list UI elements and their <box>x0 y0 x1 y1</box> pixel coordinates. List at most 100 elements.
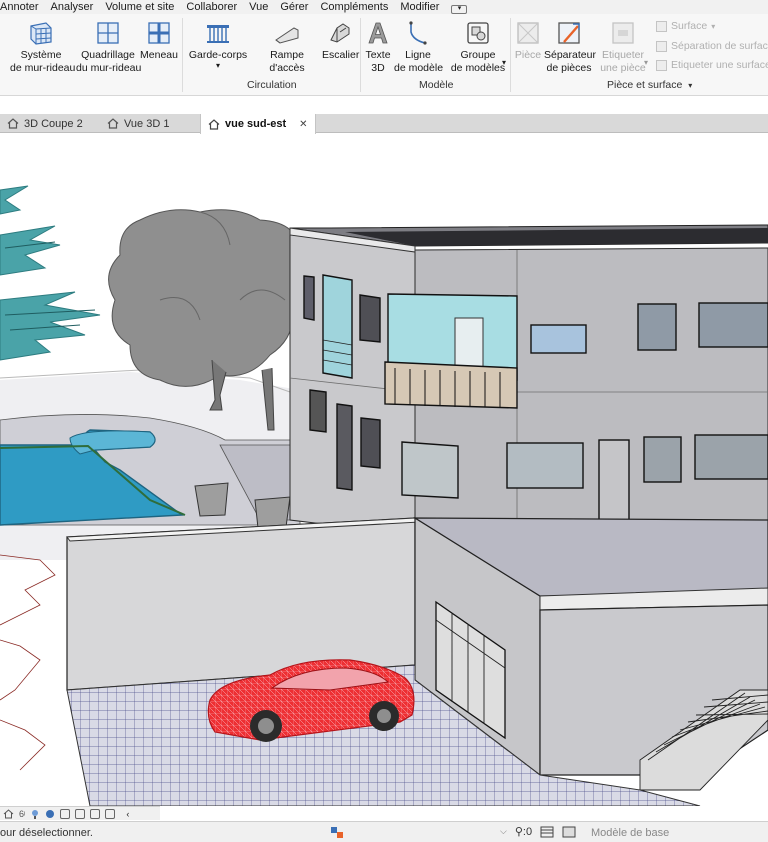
3d-model-drawing <box>0 134 768 806</box>
tab-label: Vue 3D 1 <box>124 117 170 130</box>
panel-separator <box>360 18 361 92</box>
railing-button[interactable]: Garde-corps ▾ <box>188 20 248 70</box>
balcony <box>384 361 518 409</box>
revit-window: Annoter Analyser Volume et site Collabor… <box>0 0 768 842</box>
tab-vue-sud-est[interactable]: vue sud-est ✕ <box>200 114 316 134</box>
area-icon <box>656 20 667 32</box>
mullion-button[interactable]: Meneau <box>140 20 178 62</box>
room-label: Pièce <box>514 49 542 61</box>
panel-label-modele: Modèle <box>419 79 454 91</box>
mullion-label: Meneau <box>140 49 178 61</box>
menu-gerer[interactable]: Gérer <box>274 0 314 14</box>
area-boundary-button[interactable]: Séparation de surface <box>656 40 768 52</box>
tab-label: 3D Coupe 2 <box>24 117 83 130</box>
model-line-icon <box>409 21 427 45</box>
ramp-button[interactable]: Rampe d'accès <box>254 20 320 75</box>
tag-room-button[interactable]: Etiqueter une pièce <box>598 20 648 75</box>
chevron-down-icon: ▾ <box>451 4 468 14</box>
mullion-icon <box>148 22 170 44</box>
planter <box>254 496 291 529</box>
stair-button[interactable]: Escalier <box>322 20 360 62</box>
view-tab-bar: 3D Coupe 2 Vue 3D 1 vue sud-est ✕ <box>0 114 768 134</box>
stair-icon <box>330 23 350 43</box>
status-bar: our déselectionner. ⌵ ⚲:0 Modèle de base <box>0 821 768 842</box>
quick-access-dropdown[interactable]: ▾ <box>445 0 473 14</box>
room-separator-icon <box>558 22 580 44</box>
panel-label-circulation: Circulation <box>247 79 297 91</box>
panel-separator <box>182 18 183 92</box>
tab-label: vue sud-est <box>225 118 287 130</box>
panel-label-piece-surface[interactable]: Pièce et surface ▾ <box>607 79 692 91</box>
chevron-down-icon[interactable]: ▾ <box>188 62 248 70</box>
scroll-left-icon[interactable]: ‹ <box>126 809 129 819</box>
curtain-grid-label: Quadrillage du mur-rideau <box>76 49 142 74</box>
wall-icon <box>0 20 2 46</box>
temporary-hide-icon[interactable] <box>105 808 116 819</box>
home-icon[interactable] <box>3 808 14 819</box>
crop-view-icon[interactable] <box>60 808 71 819</box>
room-button[interactable]: Pièce <box>512 20 544 62</box>
lock-view-icon[interactable] <box>90 808 101 819</box>
model-line-button[interactable]: Ligne de modèle <box>394 20 444 75</box>
tag-area-icon <box>656 59 667 71</box>
ribbon: Système de mur-rideau Quadrillage du mur… <box>0 14 768 96</box>
model-line-label: Ligne de modèle <box>394 49 444 74</box>
curtain-system-icon <box>30 22 52 45</box>
sun-path-icon[interactable] <box>30 809 40 819</box>
shadows-icon[interactable] <box>45 809 55 819</box>
3d-view-canvas[interactable] <box>0 134 768 806</box>
status-message: our déselectionner. <box>0 827 93 839</box>
railing-label: Garde-corps <box>188 49 248 61</box>
view-control-bar: 6ᵎ ‹ <box>0 806 160 820</box>
chevron-down-icon[interactable]: ⌵ <box>500 826 507 837</box>
menu-vue[interactable]: Vue <box>243 0 274 14</box>
chevron-down-icon[interactable]: ▾ <box>502 58 506 67</box>
tag-room-label: Etiqueter une pièce <box>600 49 646 74</box>
filter-icon[interactable]: ⚲:0 <box>515 825 532 838</box>
railing-icon <box>207 25 229 43</box>
room-icon <box>517 22 539 44</box>
main-model-icon[interactable] <box>562 826 576 838</box>
menu-collaborer[interactable]: Collaborer <box>180 0 243 14</box>
tab-vue-3d-1[interactable]: Vue 3D 1 <box>100 114 176 133</box>
room-separator-button[interactable]: Séparateur de pièces <box>544 20 596 75</box>
show-crop-icon[interactable] <box>75 808 86 819</box>
curtain-grid-icon <box>97 22 119 44</box>
filter-count: :0 <box>522 826 533 838</box>
ramp-label: Rampe d'accès <box>269 49 305 74</box>
home-icon <box>107 118 119 129</box>
model-text-label: Texte 3D <box>365 49 391 74</box>
chevron-down-icon[interactable]: ▾ <box>644 58 648 67</box>
planter <box>194 482 229 517</box>
model-group-button[interactable]: Groupe de modèles <box>448 20 508 75</box>
tab-3d-coupe-2[interactable]: 3D Coupe 2 <box>0 114 90 133</box>
menu-complements[interactable]: Compléments <box>314 0 394 14</box>
visual-style-icon[interactable]: 6ᵎ <box>19 809 25 819</box>
panel-separator <box>510 18 511 92</box>
curtain-system-label: Système de mur-rideau <box>10 49 76 74</box>
home-icon <box>7 118 19 129</box>
design-options-icon[interactable] <box>540 826 554 838</box>
menu-volume-site[interactable]: Volume et site <box>99 0 180 14</box>
area-label: Surface <box>671 20 708 32</box>
chevron-down-icon: ▾ <box>711 21 716 31</box>
stair-label: Escalier <box>322 49 360 61</box>
glass-room-door <box>454 317 484 369</box>
tag-area-button[interactable]: Etiqueter une surface <box>656 59 768 71</box>
menu-annoter[interactable]: Annoter <box>0 0 45 14</box>
curtain-system-button[interactable]: Système de mur-rideau <box>10 20 76 75</box>
worksets-icon[interactable] <box>330 826 344 839</box>
curtain-grid-button[interactable]: Quadrillage du mur-rideau <box>76 20 142 75</box>
menu-modifier[interactable]: Modifier <box>394 0 445 14</box>
model-text-button[interactable]: Texte 3D <box>362 20 394 75</box>
menu-analyser[interactable]: Analyser <box>45 0 100 14</box>
chevron-down-icon: ▾ <box>688 81 693 90</box>
cropped-tool-button[interactable] <box>0 20 2 49</box>
model-group-label: Groupe de modèles <box>450 49 506 74</box>
area-button[interactable]: Surface ▾ <box>656 20 715 32</box>
panel-label-text: Pièce et surface <box>607 79 683 91</box>
home-icon <box>208 118 220 130</box>
model-group-icon <box>467 22 489 44</box>
close-icon[interactable]: ✕ <box>299 119 307 130</box>
active-model-label[interactable]: Modèle de base <box>591 827 669 839</box>
